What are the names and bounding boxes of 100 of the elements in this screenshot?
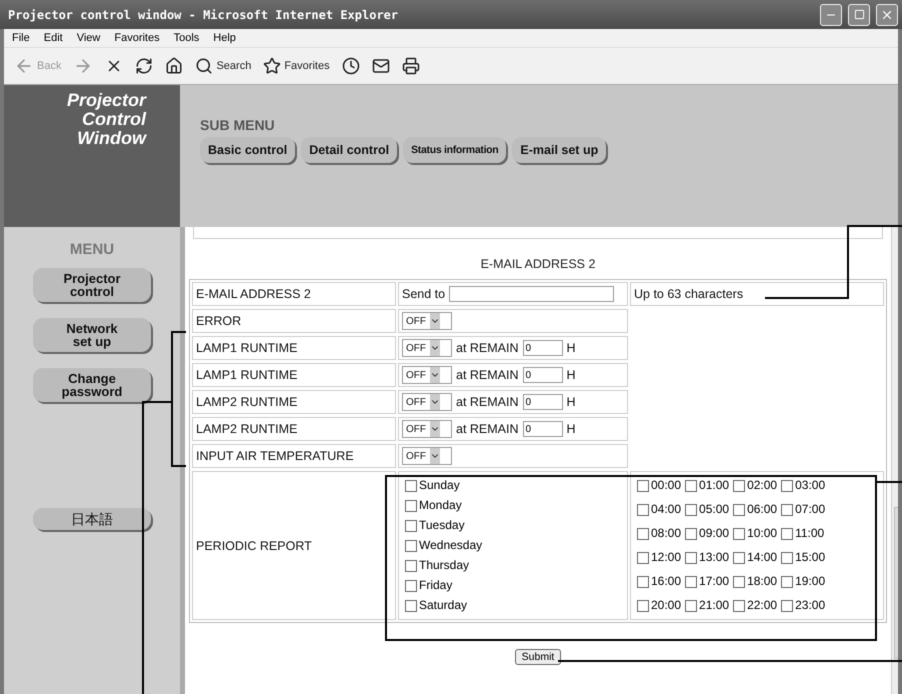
table-cell: LAMP2 RUNTIME <box>192 390 396 414</box>
star-icon <box>263 57 282 75</box>
favorites-button[interactable]: Favorites <box>263 57 330 75</box>
refresh-button[interactable] <box>135 57 154 75</box>
menu-button[interactable]: Change password <box>33 368 151 402</box>
hour-checkbox[interactable]: 11:00 <box>781 526 826 541</box>
printer-icon <box>402 57 420 75</box>
logo-text: Window <box>77 129 146 148</box>
sub-menu-button[interactable]: Detail control <box>301 137 398 163</box>
hours-field[interactable]: 0 <box>522 340 563 356</box>
hour-checkbox[interactable]: 08:00 <box>637 526 682 541</box>
menu-button[interactable]: 日本語 <box>33 508 151 530</box>
window-title: Projector control window - Microsoft Internet Explorer <box>8 8 400 22</box>
hour-checkbox[interactable]: 16:00 <box>637 574 682 589</box>
dropdown[interactable]: OFF <box>402 393 452 411</box>
dropdown[interactable]: OFF <box>402 339 452 357</box>
table-cell: LAMP2 RUNTIME <box>192 417 396 441</box>
hours-field[interactable]: 0 <box>522 394 563 410</box>
hour-checkbox[interactable]: 01:00 <box>685 478 730 493</box>
menu-item[interactable]: Tools <box>174 32 200 44</box>
unit-label: H <box>566 368 576 382</box>
search-button[interactable]: Search <box>195 57 252 75</box>
table-cell: LAMP1 RUNTIME <box>192 363 396 387</box>
hour-checkbox[interactable]: 15:00 <box>781 550 826 565</box>
unit-label: H <box>566 341 576 355</box>
hour-checkbox[interactable]: 23:00 <box>781 598 826 613</box>
field-label: Send to <box>402 287 446 301</box>
hours-field[interactable]: 0 <box>522 421 563 437</box>
maximize-icon <box>854 9 864 20</box>
hour-checkbox[interactable]: 13:00 <box>685 550 730 565</box>
hour-checkbox[interactable]: 03:00 <box>781 478 826 493</box>
table-cell: ERROR <box>192 309 396 333</box>
hour-checkbox[interactable]: 22:00 <box>733 598 778 613</box>
home-icon <box>165 57 184 75</box>
field-label: at REMAIN <box>456 395 519 409</box>
print-button[interactable] <box>402 57 420 75</box>
hour-checkbox[interactable]: 09:00 <box>685 526 730 541</box>
menu-item[interactable]: Favorites <box>114 32 160 44</box>
hour-checkbox[interactable]: 02:00 <box>733 478 778 493</box>
hour-checkbox[interactable]: 06:00 <box>733 502 778 517</box>
day-checkbox[interactable]: Monday <box>405 498 621 513</box>
menu-button[interactable]: Network set up <box>33 318 151 352</box>
day-checkbox[interactable]: Friday <box>405 578 621 593</box>
hour-checkbox[interactable]: 14:00 <box>733 550 778 565</box>
menu-item[interactable]: Edit <box>44 32 63 44</box>
day-checkbox[interactable]: Thursday <box>405 558 621 573</box>
email-field[interactable] <box>449 286 614 302</box>
table-cell: Up to 63 characters <box>630 282 884 306</box>
sub-menu-title: SUB MENU <box>200 117 276 133</box>
history-button[interactable] <box>342 57 360 75</box>
table-cell: E-MAIL ADDRESS 2 <box>192 282 396 306</box>
menu-title: MENU <box>70 241 114 258</box>
hour-checkbox[interactable]: 21:00 <box>685 598 730 613</box>
hour-checkbox[interactable]: 00:00 <box>637 478 682 493</box>
field-label: at REMAIN <box>456 368 519 382</box>
mail-button[interactable] <box>372 57 390 75</box>
logo-text: Control <box>82 110 146 129</box>
menu-item[interactable]: View <box>76 32 100 44</box>
menu-item[interactable]: Help <box>213 32 236 44</box>
sub-menu-button[interactable]: E-mail set up <box>512 137 606 163</box>
hour-checkbox[interactable]: 04:00 <box>637 502 682 517</box>
close-button[interactable] <box>876 4 898 26</box>
dropdown[interactable]: OFF <box>402 366 452 384</box>
submit-button[interactable]: Submit <box>514 649 562 665</box>
menu-button[interactable]: Projector control <box>33 268 151 302</box>
maximize-button[interactable] <box>848 4 870 26</box>
section-heading: E-MAIL ADDRESS 2 <box>480 257 596 271</box>
refresh-icon <box>135 57 154 75</box>
table-cell: LAMP1 RUNTIME <box>192 336 396 360</box>
logo-text: Projector <box>66 91 146 110</box>
hour-checkbox[interactable]: 05:00 <box>685 502 730 517</box>
unit-label: H <box>566 395 576 409</box>
mail-icon <box>372 57 390 75</box>
sub-menu-button[interactable]: Status information <box>403 137 506 163</box>
day-checkbox[interactable]: Sunday <box>405 478 621 493</box>
table-cell: INPUT AIR TEMPERATURE <box>192 444 396 468</box>
sub-menu-button[interactable]: Basic control <box>200 137 296 163</box>
hour-checkbox[interactable]: 20:00 <box>637 598 682 613</box>
dropdown[interactable]: OFF <box>402 312 452 330</box>
home-button[interactable] <box>165 57 184 75</box>
field-label: at REMAIN <box>456 341 519 355</box>
hour-checkbox[interactable]: 07:00 <box>781 502 826 517</box>
menu-item[interactable]: File <box>12 32 30 44</box>
search-icon <box>195 57 214 75</box>
dropdown[interactable]: OFF <box>402 447 452 465</box>
day-checkbox[interactable]: Tuesday <box>405 518 621 533</box>
hour-checkbox[interactable]: 18:00 <box>733 574 778 589</box>
day-checkbox[interactable]: Wednesday <box>405 538 621 553</box>
table-cell: PERIODIC REPORT <box>192 471 396 620</box>
minimize-button[interactable] <box>820 4 842 26</box>
unit-label: H <box>566 422 576 436</box>
hour-checkbox[interactable]: 10:00 <box>733 526 778 541</box>
dropdown[interactable]: OFF <box>402 420 452 438</box>
clock-icon <box>342 57 360 75</box>
hour-checkbox[interactable]: 17:00 <box>685 574 730 589</box>
hour-checkbox[interactable]: 19:00 <box>781 574 826 589</box>
hour-checkbox[interactable]: 12:00 <box>637 550 682 565</box>
hours-field[interactable]: 0 <box>522 367 563 383</box>
day-checkbox[interactable]: Saturday <box>405 598 621 613</box>
field-label: at REMAIN <box>456 422 519 436</box>
